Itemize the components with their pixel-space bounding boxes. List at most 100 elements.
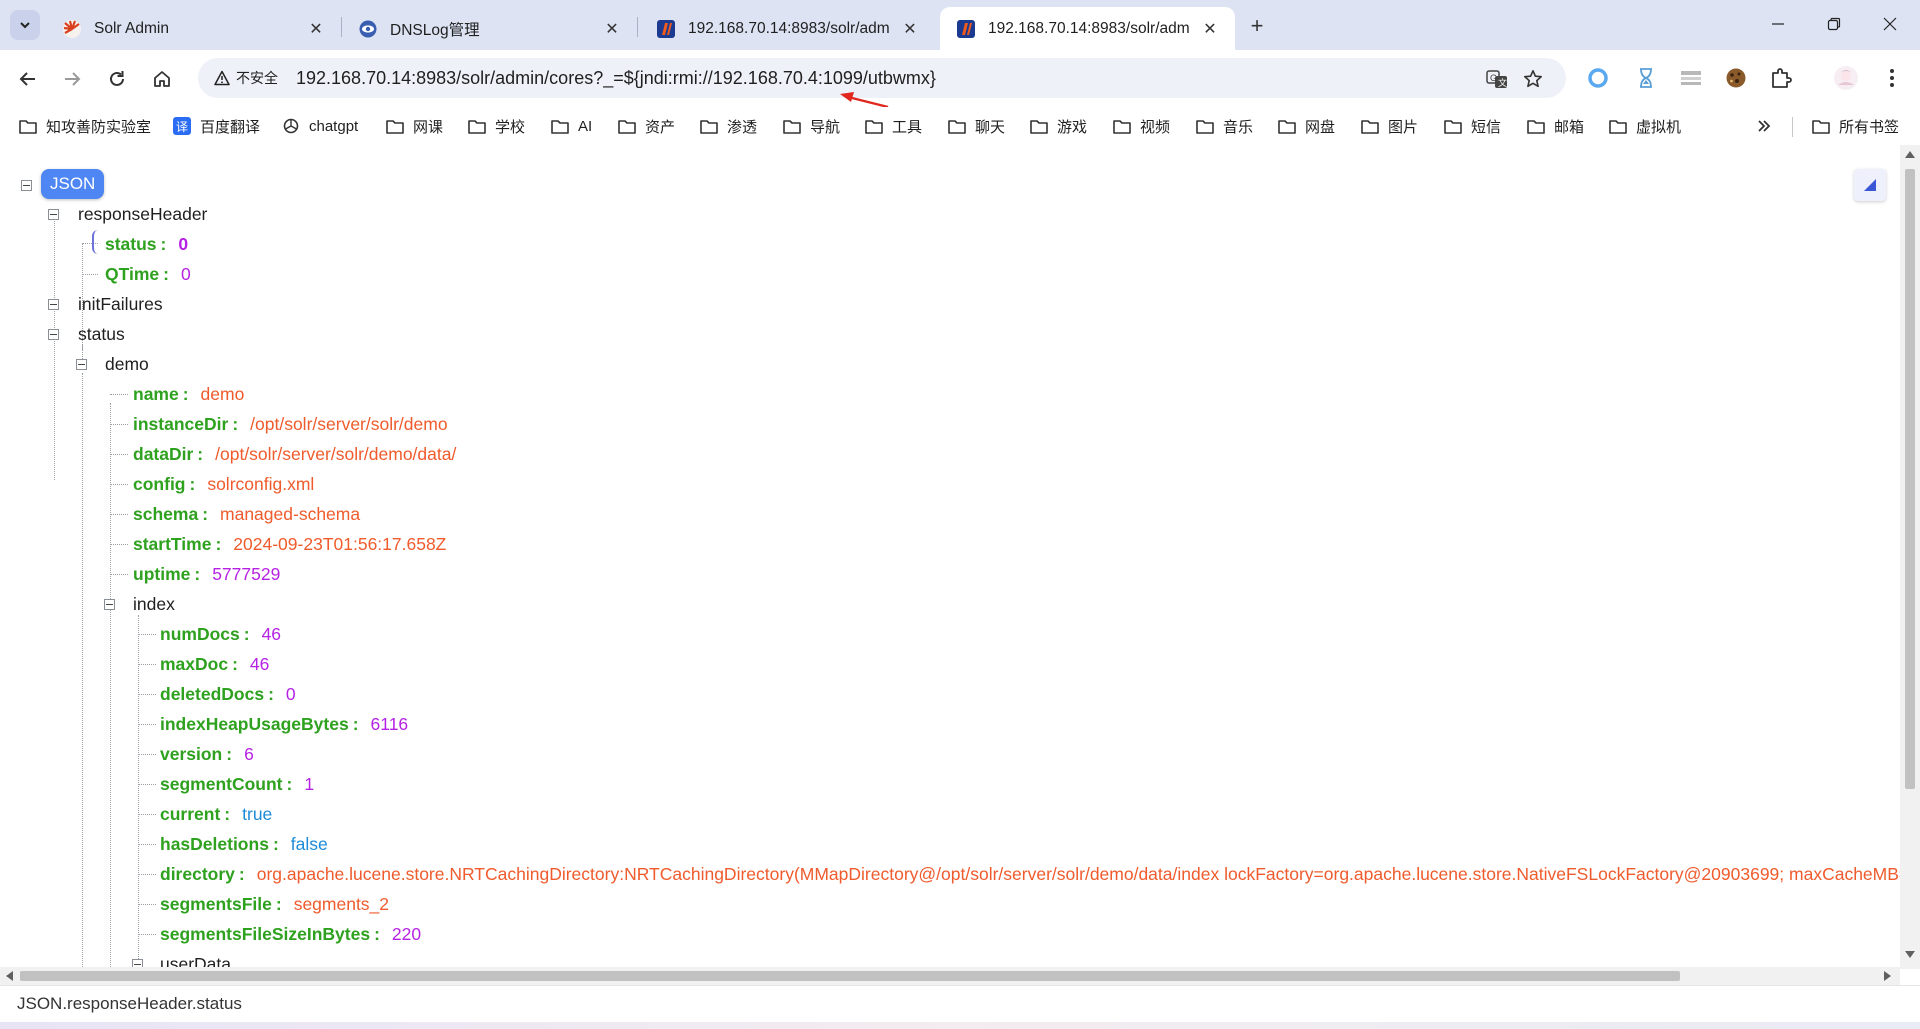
- leaf-value: 46: [261, 624, 282, 644]
- leaf-schema[interactable]: schema: managed-schema: [133, 504, 360, 525]
- leaf-uptime[interactable]: uptime:5777529: [133, 564, 280, 585]
- scrollbar-thumb[interactable]: [20, 971, 1680, 981]
- extension-layers-icon[interactable]: [1677, 64, 1705, 92]
- close-icon[interactable]: ✕: [305, 18, 327, 40]
- close-icon: [1883, 17, 1897, 31]
- reload-button[interactable]: [102, 64, 132, 94]
- leaf-sep: :: [202, 504, 209, 524]
- node-responseHeader[interactable]: responseHeader: [78, 204, 207, 225]
- translate-button[interactable]: G文: [1484, 66, 1510, 92]
- leaf-numDocs[interactable]: numDocs:46: [160, 624, 281, 645]
- leaf-status[interactable]: status:0: [105, 234, 188, 255]
- scroll-left-arrow[interactable]: [6, 971, 13, 981]
- extension-hourglass-icon[interactable]: [1632, 64, 1660, 92]
- bookmark-folder[interactable]: 聊天: [947, 115, 1005, 137]
- restore-button[interactable]: [1810, 6, 1858, 42]
- extension-ring-icon[interactable]: [1584, 64, 1612, 92]
- horizontal-scrollbar[interactable]: [0, 967, 1900, 985]
- collapse-all-button[interactable]: [1854, 169, 1886, 201]
- bookmark-folder[interactable]: 学校: [467, 115, 525, 137]
- collapse-toggle[interactable]: [48, 329, 59, 340]
- node-demo[interactable]: demo: [105, 354, 149, 375]
- home-button[interactable]: [147, 64, 177, 94]
- collapse-toggle[interactable]: [104, 599, 115, 610]
- scrollbar-thumb[interactable]: [1905, 169, 1915, 789]
- new-tab-button[interactable]: +: [1243, 12, 1271, 40]
- node-status[interactable]: status: [78, 324, 125, 345]
- bookmark-folder[interactable]: 音乐: [1195, 115, 1253, 137]
- bookmark-folder[interactable]: 渗透: [699, 115, 757, 137]
- leaf-key: segmentsFileSizeInBytes: [160, 924, 371, 944]
- scroll-up-arrow[interactable]: [1905, 151, 1915, 158]
- close-icon[interactable]: ✕: [1199, 18, 1221, 40]
- bookmark-folder[interactable]: 图片: [1360, 115, 1418, 137]
- profile-avatar[interactable]: [1832, 64, 1860, 92]
- url-text[interactable]: 192.168.70.14:8983/solr/admin/cores?_=${…: [296, 68, 936, 89]
- leaf-current[interactable]: current: true: [160, 804, 272, 825]
- scroll-down-arrow[interactable]: [1905, 951, 1915, 958]
- bookmark-item[interactable]: 知攻善防实验室: [18, 115, 151, 137]
- leaf-sep: :: [243, 624, 250, 644]
- bookmark-folder[interactable]: 网课: [385, 115, 443, 137]
- leaf-segmentsFileSizeInBytes[interactable]: segmentsFileSizeInBytes:220: [160, 924, 421, 945]
- leaf-qtime[interactable]: QTime:0: [105, 264, 191, 285]
- collapse-toggle[interactable]: [48, 209, 59, 220]
- tab-dnslog[interactable]: DNSLog管理 ✕: [342, 7, 637, 50]
- bookmark-folder[interactable]: 邮箱: [1526, 115, 1584, 137]
- bookmark-folder[interactable]: 短信: [1443, 115, 1501, 137]
- minimize-button[interactable]: [1754, 6, 1802, 42]
- leaf-segmentCount[interactable]: segmentCount:1: [160, 774, 314, 795]
- leaf-maxDoc[interactable]: maxDoc:46: [160, 654, 269, 675]
- bookmark-label: 学校: [495, 118, 526, 136]
- extensions-puzzle-icon[interactable]: [1767, 64, 1795, 92]
- leaf-dataDir[interactable]: dataDir: /opt/solr/server/solr/demo/data/: [133, 444, 456, 465]
- tab-solr-admin[interactable]: Solr Admin ✕: [46, 7, 341, 50]
- tab-solr-cores-2[interactable]: 192.168.70.14:8983/solr/adm ✕: [940, 7, 1235, 50]
- security-chip[interactable]: 不安全: [206, 64, 286, 92]
- all-bookmarks-button[interactable]: 所有书签: [1811, 115, 1899, 137]
- tree-guide: [82, 274, 98, 275]
- node-index[interactable]: index: [133, 594, 175, 615]
- close-icon[interactable]: ✕: [601, 18, 623, 40]
- node-initFailures[interactable]: initFailures: [78, 294, 163, 315]
- leaf-segmentsFile[interactable]: segmentsFile: segments_2: [160, 894, 389, 915]
- leaf-sep: :: [163, 264, 169, 284]
- leaf-deletedDocs[interactable]: deletedDocs:0: [160, 684, 296, 705]
- bookmark-item[interactable]: chatgpt: [281, 115, 358, 137]
- bookmark-folder[interactable]: AI: [550, 115, 592, 137]
- collapse-toggle[interactable]: [76, 359, 87, 370]
- bookmark-label: 音乐: [1223, 118, 1254, 136]
- bookmark-folder[interactable]: 导航: [782, 115, 840, 137]
- close-window-button[interactable]: [1866, 6, 1914, 42]
- tab-search-button[interactable]: [10, 10, 40, 40]
- tab-solr-cores-1[interactable]: 192.168.70.14:8983/solr/adm ✕: [640, 7, 935, 50]
- bookmark-folder[interactable]: 游戏: [1029, 115, 1087, 137]
- bookmark-folder[interactable]: 工具: [864, 115, 922, 137]
- browser-menu-button[interactable]: [1878, 64, 1906, 92]
- back-button[interactable]: [13, 64, 43, 94]
- leaf-version[interactable]: version:6: [160, 744, 254, 765]
- forward-button[interactable]: [57, 64, 87, 94]
- scroll-right-arrow[interactable]: [1884, 971, 1891, 981]
- bookmark-folder[interactable]: 视频: [1112, 115, 1170, 137]
- leaf-directory[interactable]: directory: org.apache.lucene.store.NRTCac…: [160, 864, 1900, 885]
- bookmark-folder[interactable]: 虚拟机: [1608, 115, 1681, 137]
- collapse-toggle[interactable]: [21, 180, 32, 191]
- leaf-config[interactable]: config: solrconfig.xml: [133, 474, 314, 495]
- bookmarks-overflow-button[interactable]: [1752, 115, 1776, 137]
- leaf-hasDeletions[interactable]: hasDeletions: false: [160, 834, 328, 855]
- close-icon[interactable]: ✕: [899, 18, 921, 40]
- bookmark-item[interactable]: 译 百度翻译: [172, 115, 260, 137]
- collapse-toggle[interactable]: [48, 299, 59, 310]
- star-icon: [1524, 70, 1542, 88]
- json-root-badge[interactable]: JSON: [41, 169, 105, 199]
- extension-cookie-icon[interactable]: [1722, 64, 1750, 92]
- leaf-name[interactable]: name: demo: [133, 384, 244, 405]
- bookmark-folder[interactable]: 资产: [617, 115, 675, 137]
- bookmark-folder[interactable]: 网盘: [1277, 115, 1335, 137]
- vertical-scrollbar[interactable]: [1900, 145, 1920, 969]
- leaf-instanceDir[interactable]: instanceDir: /opt/solr/server/solr/demo: [133, 414, 448, 435]
- bookmark-star-button[interactable]: [1520, 66, 1546, 92]
- leaf-indexHeapUsageBytes[interactable]: indexHeapUsageBytes:6116: [160, 714, 408, 735]
- leaf-startTime[interactable]: startTime:2024-09-23T01:56:17.658Z: [133, 534, 446, 555]
